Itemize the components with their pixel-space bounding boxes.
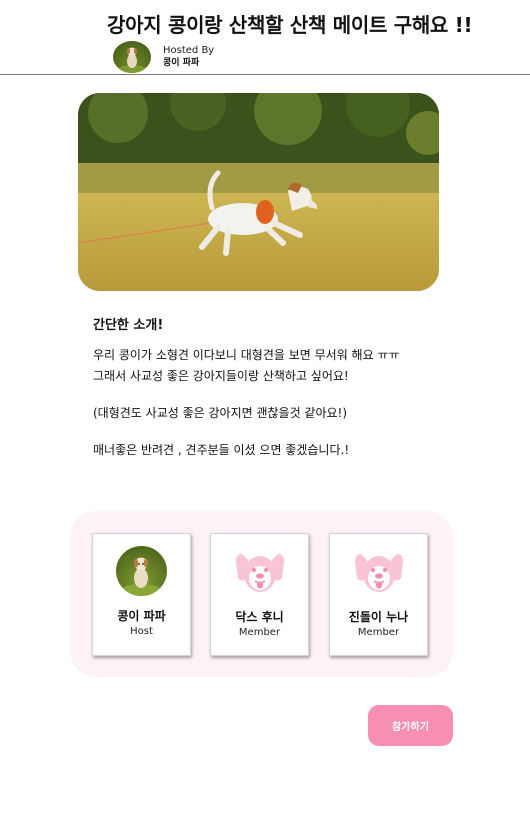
hosted-by-label: Hosted By xyxy=(163,45,215,56)
member-card[interactable]: 진돌이 누나 Member xyxy=(329,533,428,656)
intro-line: 우리 콩이가 소형견 이다보니 대형견을 보면 무서워 해요 ㅠㅠ xyxy=(93,348,400,362)
header-divider xyxy=(0,74,530,75)
member-card[interactable]: 닥스 후니 Member xyxy=(210,533,309,656)
hero-image xyxy=(78,93,439,291)
member-name: 진돌이 누나 xyxy=(348,610,409,624)
intro-heading: 간단한 소개! xyxy=(93,318,164,333)
join-button[interactable]: 참가하기 xyxy=(368,705,453,746)
member-name: 닥스 후니 xyxy=(235,610,284,624)
member-card-host[interactable]: 콩이 파파 Host xyxy=(92,533,191,656)
host-avatar[interactable] xyxy=(113,41,151,73)
member-avatar xyxy=(116,546,167,596)
member-role: Host xyxy=(130,626,153,637)
intro-line: (대형견도 사교성 좋은 강아지면 괜찮을것 같아요!) xyxy=(93,406,348,420)
dog-face-icon xyxy=(235,554,284,592)
member-role: Member xyxy=(238,627,281,638)
intro-section: 간단한 소개! 우리 콩이가 소형견 이다보니 대형견을 보면 무서워 해요 ㅠ… xyxy=(93,314,503,461)
host-info: Hosted By 콩이 파파 xyxy=(113,41,214,73)
dog-face-icon xyxy=(354,554,403,592)
dog-photo-icon xyxy=(119,557,163,596)
running-dog-photo xyxy=(78,93,439,291)
host-name: 콩이 파파 xyxy=(163,58,200,68)
host-dog-photo xyxy=(116,47,148,73)
intro-line: 매너좋은 반려견 , 견주분들 이셨 으면 좋겠습니다.! xyxy=(93,443,350,457)
member-name: 콩이 파파 xyxy=(117,609,166,623)
intro-line: 그래서 사교성 좋은 강아지들이랑 산책하고 싶어요! xyxy=(93,369,349,383)
member-role: Member xyxy=(357,627,400,638)
page-title: 강아지 콩이랑 산책할 산책 메이트 구해요 !! xyxy=(107,13,473,37)
